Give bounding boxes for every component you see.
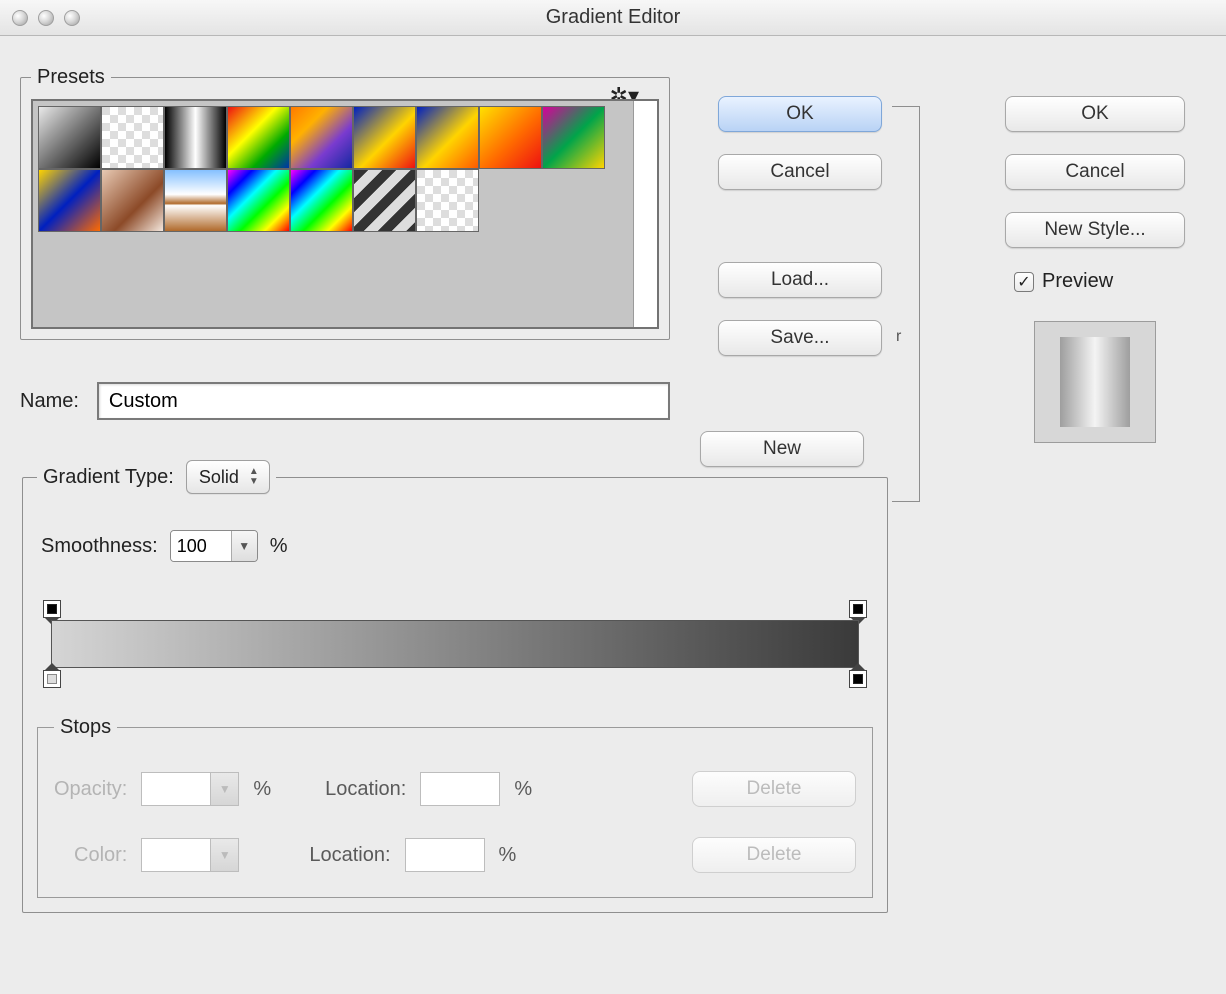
name-input[interactable] (97, 382, 670, 420)
outer-ok-button[interactable]: OK (1005, 96, 1185, 132)
preset-swatch[interactable] (38, 106, 101, 169)
load-button[interactable]: Load... (718, 262, 882, 298)
opacity-input (141, 772, 211, 806)
opacity-dropdown-icon: ▼ (211, 772, 239, 806)
preset-swatch[interactable] (164, 106, 227, 169)
opacity-unit: % (253, 778, 271, 801)
color-location-label: Location: (309, 844, 390, 867)
new-style-button[interactable]: New Style... (1005, 212, 1185, 248)
window-title: Gradient Editor (0, 6, 1226, 29)
new-button[interactable]: New (700, 431, 864, 467)
opacity-stop-left[interactable] (43, 600, 61, 618)
cancel-button[interactable]: Cancel (718, 154, 882, 190)
opacity-location-label: Location: (325, 778, 406, 801)
presets-legend: Presets (31, 66, 111, 89)
name-label: Name: (20, 390, 79, 413)
save-button[interactable]: Save... (718, 320, 882, 356)
outer-cancel-button[interactable]: Cancel (1005, 154, 1185, 190)
preset-swatch[interactable] (542, 106, 605, 169)
opacity-stop-right[interactable] (849, 600, 867, 618)
opacity-label: Opacity: (54, 778, 127, 801)
preset-swatch[interactable] (101, 106, 164, 169)
opacity-location-input (420, 772, 500, 806)
bracket-letter: r (896, 328, 901, 346)
presets-fieldset: Presets ✲▾ (20, 66, 670, 340)
gradient-type-select[interactable]: Solid ▲▼ (186, 460, 270, 494)
smoothness-combo[interactable]: ▼ (170, 530, 258, 562)
preview-checkbox-label: Preview (1042, 270, 1113, 293)
smoothness-label: Smoothness: (41, 535, 158, 558)
color-stop-right[interactable] (849, 670, 867, 688)
group-bracket (892, 106, 920, 502)
stops-fieldset: Stops Opacity: ▼ % Location: % Delete (37, 716, 873, 898)
preset-swatch[interactable] (227, 169, 290, 232)
presets-box (31, 99, 659, 329)
updown-arrows-icon: ▲▼ (245, 463, 263, 491)
stops-legend: Stops (54, 716, 117, 739)
gradient-ramp[interactable] (41, 598, 869, 698)
color-stop-left[interactable] (43, 670, 61, 688)
gradient-type-value: Solid (199, 467, 239, 488)
ok-button[interactable]: OK (718, 96, 882, 132)
color-delete-button: Delete (692, 837, 856, 873)
preview-thumbnail (1034, 321, 1156, 443)
smoothness-unit: % (270, 535, 288, 558)
color-location-input (405, 838, 485, 872)
opacity-delete-button: Delete (692, 771, 856, 807)
preset-swatch[interactable] (290, 169, 353, 232)
preset-swatch[interactable] (164, 169, 227, 232)
gradient-type-label: Gradient Type: (43, 466, 174, 489)
preset-swatch[interactable] (416, 169, 479, 232)
gradient-type-legend: Gradient Type: Solid ▲▼ (37, 460, 276, 494)
preset-swatch[interactable] (38, 169, 101, 232)
preview-gradient (1060, 337, 1130, 427)
preview-checkbox[interactable]: ✓ (1014, 272, 1034, 292)
color-label: Color: (74, 844, 127, 867)
gradient-bar[interactable] (51, 620, 859, 668)
opacity-location-unit: % (514, 778, 532, 801)
color-dropdown-icon: ▼ (211, 838, 239, 872)
preset-swatch[interactable] (479, 106, 542, 169)
color-location-unit: % (499, 844, 517, 867)
gradient-type-fieldset: Gradient Type: Solid ▲▼ Smoothness: ▼ % (22, 460, 888, 913)
preset-swatch[interactable] (353, 106, 416, 169)
titlebar: Gradient Editor (0, 0, 1226, 36)
color-swatch-input (141, 838, 211, 872)
preset-swatch[interactable] (290, 106, 353, 169)
preset-swatch[interactable] (416, 106, 479, 169)
smoothness-input[interactable] (171, 531, 231, 561)
preset-swatch[interactable] (353, 169, 416, 232)
preset-swatch[interactable] (227, 106, 290, 169)
dropdown-arrow-icon[interactable]: ▼ (231, 531, 257, 561)
presets-scrollbar[interactable] (633, 101, 657, 327)
preset-swatch[interactable] (101, 169, 164, 232)
